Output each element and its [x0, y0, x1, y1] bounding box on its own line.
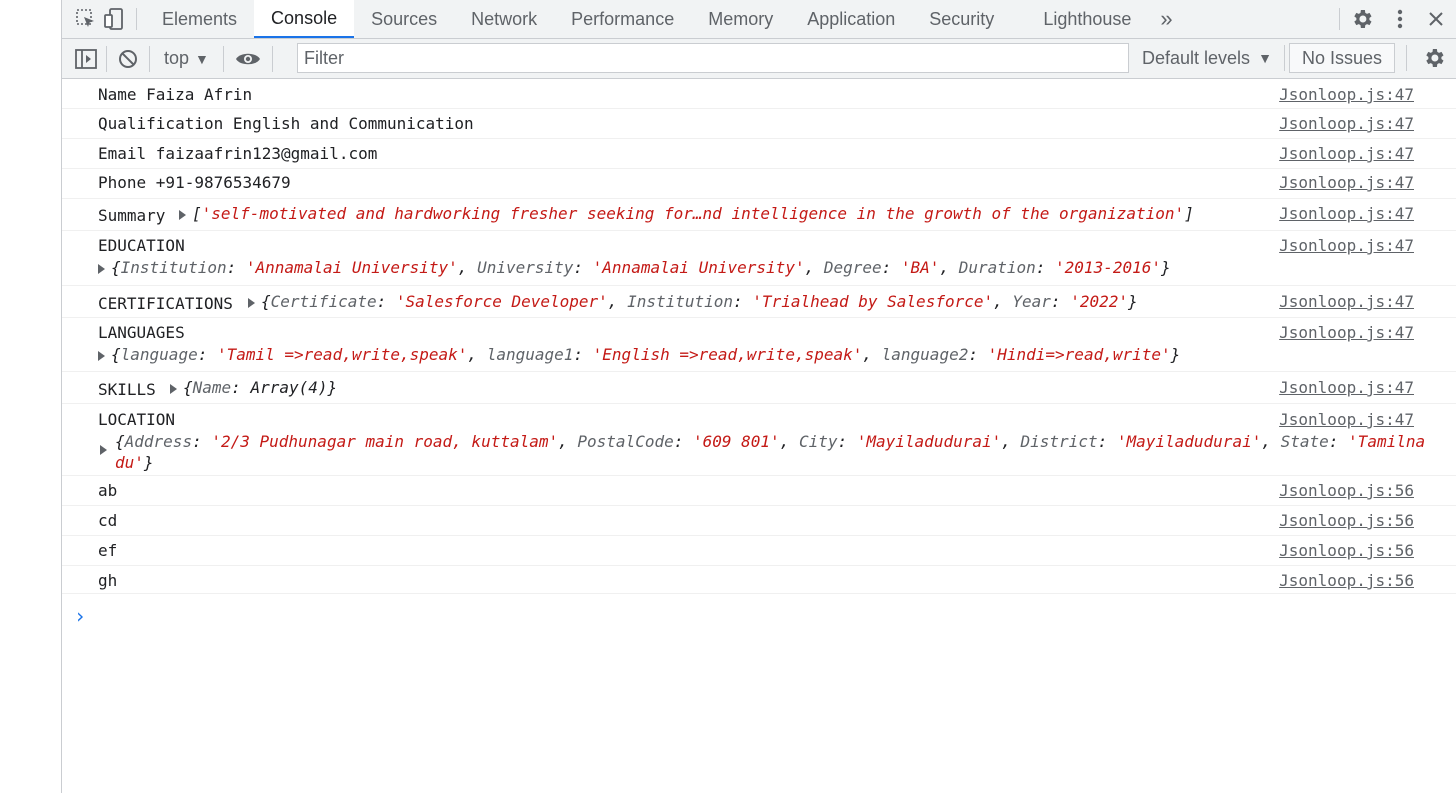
page-gutter [0, 0, 62, 793]
expand-triangle-icon [98, 263, 105, 274]
tab-lighthouse[interactable]: Lighthouse [1011, 0, 1148, 38]
message-text: SKILLS [98, 380, 156, 399]
clear-console-icon[interactable] [113, 44, 143, 74]
tab-console[interactable]: Console [254, 0, 355, 38]
console-message: gh Jsonloop.js:56 [62, 566, 1456, 594]
console-message: cd Jsonloop.js:56 [62, 506, 1456, 536]
console-message: LOCATION {Address: '2/3 Pudhunagar main … [62, 404, 1456, 476]
message-text: LANGUAGES [98, 323, 185, 342]
source-link[interactable]: Jsonloop.js:47 [1279, 173, 1414, 192]
tab-sources[interactable]: Sources [354, 0, 454, 38]
console-message: Name Faiza Afrin Jsonloop.js:47 [62, 79, 1456, 109]
context-label: top [164, 48, 190, 68]
console-message: Phone +91-9876534679 Jsonloop.js:47 [62, 169, 1456, 199]
toolbar-divider [1339, 8, 1340, 30]
console-settings-gear-icon[interactable] [1422, 43, 1446, 73]
source-link[interactable]: Jsonloop.js:56 [1279, 481, 1414, 500]
more-options-icon[interactable] [1386, 5, 1414, 33]
object-preview[interactable]: {Name: Array(4)} [170, 378, 337, 397]
source-link[interactable]: Jsonloop.js:47 [1279, 323, 1414, 342]
array-preview[interactable]: ['self-motivated and hardworking fresher… [179, 204, 1194, 223]
console-message: LANGUAGES {language: 'Tamil =>read,write… [62, 318, 1456, 372]
show-sidebar-icon[interactable] [72, 44, 100, 74]
message-text: CERTIFICATIONS [98, 294, 233, 313]
console-message: Email faizaafrin123@gmail.com Jsonloop.j… [62, 139, 1456, 169]
object-preview[interactable]: {language: 'Tamil =>read,write,speak', l… [98, 345, 1180, 364]
source-link[interactable]: Jsonloop.js:47 [1279, 236, 1414, 255]
message-text: ef [98, 541, 118, 560]
toolbar-divider [106, 45, 107, 72]
expand-triangle-icon [179, 209, 186, 220]
close-icon[interactable] [1422, 5, 1450, 33]
toolbar-divider [136, 8, 137, 30]
console-messages: Name Faiza Afrin Jsonloop.js:47 Qualific… [62, 79, 1456, 594]
expand-triangle-icon [98, 350, 105, 361]
source-link[interactable]: Jsonloop.js:47 [1279, 114, 1414, 133]
inspect-element-icon[interactable] [72, 5, 100, 33]
console-message: EDUCATION {Institution: 'Annamalai Unive… [62, 231, 1456, 286]
console-toolbar: top ▼ Default levels ▼ No Issues [62, 39, 1456, 79]
message-text: Phone +91-9876534679 [98, 173, 291, 192]
console-message: CERTIFICATIONS {Certificate: 'Salesforce… [62, 286, 1456, 318]
message-text: Qualification English and Communication [98, 114, 474, 133]
source-link[interactable]: Jsonloop.js:47 [1279, 85, 1414, 104]
source-link[interactable]: Jsonloop.js:47 [1279, 204, 1414, 223]
devtools-panel: Elements Console Sources Network Perform… [62, 0, 1456, 793]
dropdown-caret-icon: ▼ [195, 50, 209, 67]
more-tabs-icon[interactable]: » [1148, 6, 1184, 32]
object-preview[interactable]: {Address: '2/3 Pudhunagar main road, kut… [115, 431, 1427, 473]
expand-triangle-icon[interactable] [100, 445, 107, 455]
log-levels-label: Default levels [1142, 47, 1251, 68]
message-text: ab [98, 481, 118, 500]
tab-performance[interactable]: Performance [554, 0, 691, 38]
tabbar-actions [1331, 0, 1456, 38]
console-message: Qualification English and Communication … [62, 109, 1456, 139]
source-link[interactable]: Jsonloop.js:47 [1279, 144, 1414, 163]
message-text: EDUCATION [98, 236, 185, 255]
message-text: Name Faiza Afrin [98, 85, 253, 104]
expand-triangle-icon [170, 383, 177, 394]
tab-network[interactable]: Network [454, 0, 554, 38]
tab-security[interactable]: Security [912, 0, 1011, 38]
tab-memory[interactable]: Memory [691, 0, 790, 38]
filter-input[interactable] [297, 43, 1129, 73]
source-link[interactable]: Jsonloop.js:56 [1279, 541, 1414, 560]
message-text: cd [98, 511, 118, 530]
context-selector[interactable]: top ▼ [156, 48, 217, 69]
source-link[interactable]: Jsonloop.js:47 [1279, 292, 1414, 311]
message-text: Email faizaafrin123@gmail.com [98, 144, 378, 163]
issues-button[interactable]: No Issues [1289, 43, 1396, 73]
array-value: 'self-motivated and hardworking fresher … [201, 204, 1185, 223]
message-text: Summary [98, 206, 166, 225]
live-expression-eye-icon[interactable] [230, 44, 266, 74]
toolbar-divider [1406, 45, 1407, 71]
source-link[interactable]: Jsonloop.js:47 [1279, 410, 1414, 429]
console-message: Summary ['self-motivated and hardworking… [62, 199, 1456, 231]
object-preview[interactable]: {Institution: 'Annamalai University', Un… [98, 258, 1171, 277]
devtools-tabbar: Elements Console Sources Network Perform… [62, 0, 1456, 39]
toolbar-divider [149, 45, 150, 72]
object-preview[interactable]: {Certificate: 'Salesforce Developer', In… [248, 292, 1138, 311]
console-message: SKILLS {Name: Array(4)} Jsonloop.js:47 [62, 372, 1456, 404]
device-toolbar-icon[interactable] [100, 5, 128, 33]
dropdown-caret-icon: ▼ [1258, 50, 1272, 66]
tab-elements[interactable]: Elements [145, 0, 254, 38]
log-levels-dropdown[interactable]: Default levels ▼ [1142, 43, 1272, 73]
toolbar-divider [222, 45, 224, 72]
message-text: gh [98, 571, 118, 590]
settings-gear-icon[interactable] [1348, 5, 1376, 33]
source-link[interactable]: Jsonloop.js:47 [1279, 378, 1414, 397]
console-message: ab Jsonloop.js:56 [62, 476, 1456, 506]
tab-application[interactable]: Application [790, 0, 912, 38]
source-link[interactable]: Jsonloop.js:56 [1279, 571, 1414, 590]
toolbar-divider [271, 45, 273, 72]
expand-triangle-icon [248, 297, 255, 308]
source-link[interactable]: Jsonloop.js:56 [1279, 511, 1414, 530]
console-prompt-chevron-icon[interactable]: › [74, 604, 86, 628]
console-message: ef Jsonloop.js:56 [62, 536, 1456, 566]
toolbar-divider [1284, 45, 1285, 71]
message-text: LOCATION [98, 410, 176, 429]
